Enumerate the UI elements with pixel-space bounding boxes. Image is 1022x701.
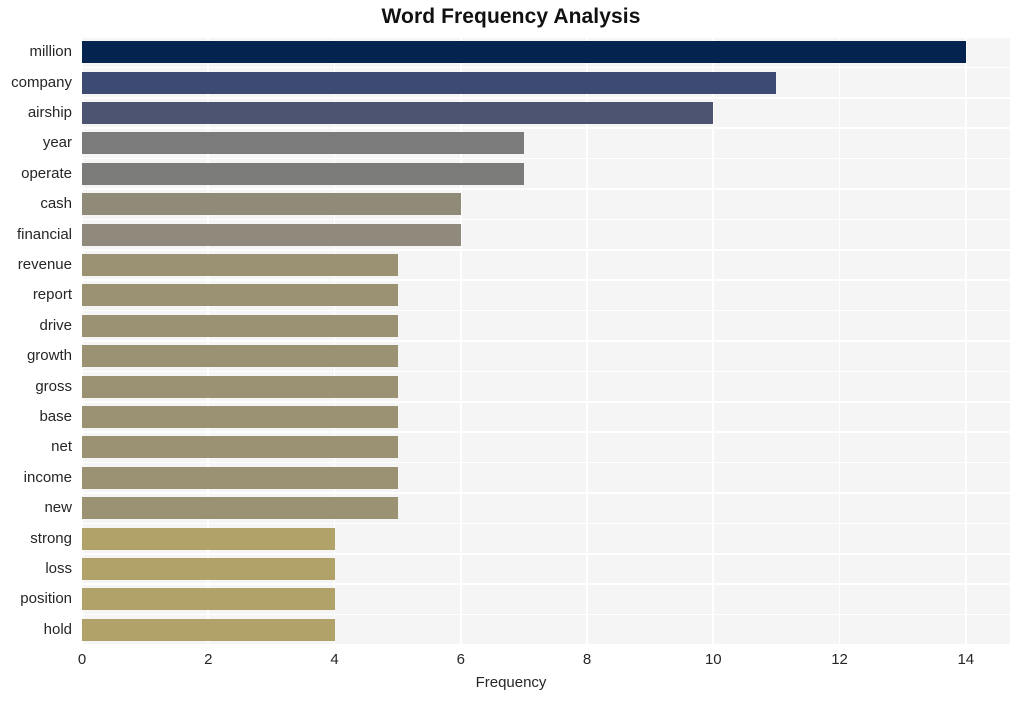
page-title: Word Frequency Analysis (381, 5, 641, 28)
y-tick-label: hold (43, 620, 72, 638)
x-tick-label: 12 (831, 651, 848, 668)
y-tick-label: revenue (17, 256, 72, 273)
y-tick-label: gross (35, 377, 72, 395)
y-tick-label: loss (45, 560, 72, 577)
x-tick-label: 8 (582, 651, 592, 668)
x-tick-label: 6 (456, 651, 465, 668)
x-tick-label: 4 (330, 651, 339, 668)
x-tick-label: 2 (204, 651, 213, 668)
y-tick-label: drive (39, 316, 72, 334)
y-tick-label: company (11, 73, 72, 91)
x-tick-label: 0 (77, 651, 87, 668)
y-tick-label: financial (16, 225, 72, 243)
y-tick-label: million (29, 43, 72, 61)
x-axis-tick-labels: 0 2 4 6 8 10 12 14 (78, 650, 1010, 672)
y-tick-label: cash (40, 195, 72, 213)
y-tick-label: base (39, 408, 72, 425)
y-tick-label: growth (26, 347, 72, 365)
y-tick-label: income (23, 468, 72, 486)
x-axis-label: Frequency (475, 674, 547, 691)
y-tick-label: operate (21, 164, 72, 182)
y-tick-label: report (32, 286, 72, 304)
y-tick-label: position (20, 590, 72, 608)
y-tick-label: strong (30, 529, 72, 547)
y-tick-label: year (42, 134, 72, 152)
x-tick-label: 10 (704, 651, 722, 668)
y-tick-label: new (44, 499, 72, 517)
y-tick-label: net (51, 438, 72, 456)
x-tick-label: 14 (957, 651, 975, 668)
y-tick-label: airship (27, 104, 72, 121)
chart-figure: Word Frequency Analysis million company ai… (0, 0, 1022, 701)
y-axis-tick-labels: million company airship year operate cash fina… (11, 37, 1010, 645)
